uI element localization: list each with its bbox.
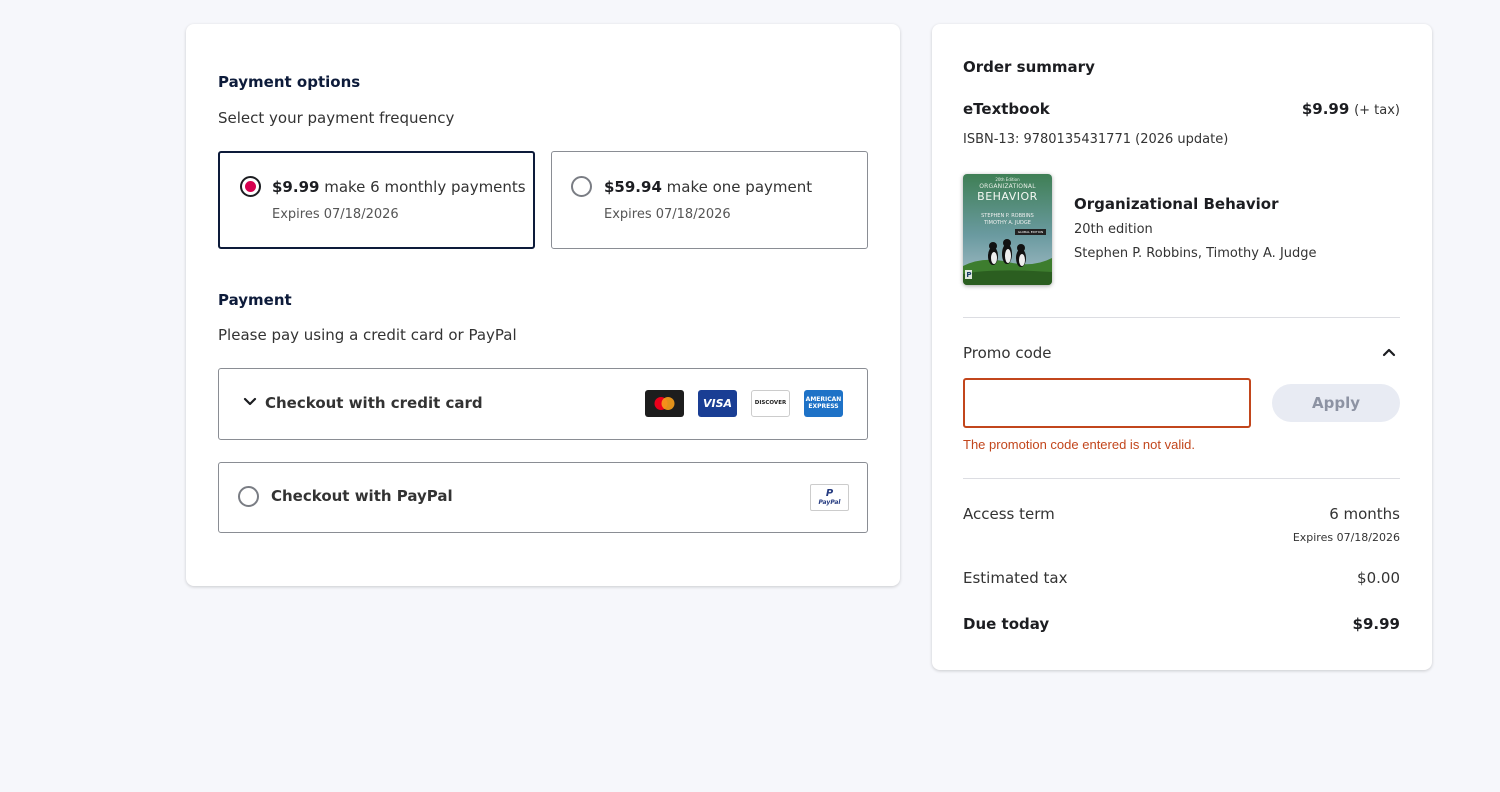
book-cover-logo: P xyxy=(966,271,972,279)
divider xyxy=(963,478,1400,479)
book-edition: 20th edition xyxy=(1074,222,1153,237)
monthly-text: make 6 monthly payments xyxy=(319,178,526,196)
product-price-value: $9.99 xyxy=(1301,100,1350,118)
svg-text:P: P xyxy=(826,488,834,499)
product-price-note: (+ tax) xyxy=(1354,103,1400,118)
book-authors: Stephen P. Robbins, Timothy A. Judge xyxy=(1074,246,1317,261)
book-cover-image: 20th Edition ORGANIZATIONAL BEHAVIOR STE… xyxy=(963,174,1052,285)
chevron-up-icon[interactable] xyxy=(1382,347,1396,357)
one-payment-expires: Expires 07/18/2026 xyxy=(604,207,731,222)
paypal-checkout-option[interactable]: Checkout with PayPal P PayPal xyxy=(218,462,868,533)
access-term-value: 6 months xyxy=(1329,505,1400,523)
payment-frequency-subtitle: Select your payment frequency xyxy=(218,109,455,127)
one-payment-price: $59.94 xyxy=(604,178,662,196)
chevron-down-icon[interactable] xyxy=(243,397,257,407)
order-summary-card: Order summary eTextbook $9.99 (+ tax) IS… xyxy=(932,24,1432,670)
access-term-expires: Expires 07/18/2026 xyxy=(1292,531,1400,544)
one-payment-label: $59.94 make one payment xyxy=(604,178,812,196)
one-payment-option[interactable]: $59.94 make one payment Expires 07/18/20… xyxy=(551,151,868,249)
paypal-label: Checkout with PayPal xyxy=(271,487,453,505)
payment-card: Payment options Select your payment freq… xyxy=(186,24,900,586)
estimated-tax-value: $0.00 xyxy=(1357,569,1400,587)
book-cover-badge: GLOBAL EDITION xyxy=(1015,229,1046,235)
paypal-logo-text: PayPal xyxy=(818,499,841,506)
monthly-payment-option[interactable]: $9.99 make 6 monthly payments Expires 07… xyxy=(218,151,535,249)
credit-card-label: Checkout with credit card xyxy=(265,394,483,412)
amex-icon: AMERICAN EXPRESS xyxy=(804,390,843,417)
product-price: $9.99 (+ tax) xyxy=(1302,100,1400,118)
payment-options-title: Payment options xyxy=(218,73,361,91)
book-cover-top: 20th Edition xyxy=(995,177,1020,182)
promo-code-input[interactable] xyxy=(963,378,1251,428)
monthly-price: $9.99 xyxy=(272,178,320,196)
access-term-label: Access term xyxy=(963,505,1055,523)
one-payment-radio[interactable] xyxy=(571,176,592,197)
product-type: eTextbook xyxy=(963,100,1050,118)
payment-subtitle: Please pay using a credit card or PayPal xyxy=(218,326,517,344)
book-cover-title-line2: BEHAVIOR xyxy=(977,190,1038,203)
book-cover-title-line1: ORGANIZATIONAL xyxy=(979,183,1036,190)
monthly-payment-label: $9.99 make 6 monthly payments xyxy=(272,178,526,196)
order-summary-title: Order summary xyxy=(963,58,1095,76)
discover-icon: DISCOVER xyxy=(751,390,790,417)
paypal-logo-icon: P PayPal xyxy=(810,484,849,511)
due-today-label: Due today xyxy=(963,615,1050,633)
divider xyxy=(963,317,1400,318)
paypal-radio[interactable] xyxy=(238,486,259,507)
book-cover-author1: STEPHEN P. ROBBINS xyxy=(981,213,1034,219)
estimated-tax-label: Estimated tax xyxy=(963,569,1068,587)
promo-error-message: The promotion code entered is not valid. xyxy=(963,437,1195,452)
credit-card-checkout-option[interactable]: Checkout with credit card VISA DISCOVER … xyxy=(218,368,868,440)
visa-icon: VISA xyxy=(698,390,737,417)
book-cover-author2: TIMOTHY A. JUDGE xyxy=(984,220,1031,226)
payment-title: Payment xyxy=(218,291,292,309)
mastercard-icon xyxy=(645,390,684,417)
isbn: ISBN-13: 9780135431771 (2026 update) xyxy=(963,132,1229,147)
promo-code-label: Promo code xyxy=(963,344,1052,362)
monthly-payment-radio[interactable] xyxy=(240,176,261,197)
apply-button[interactable]: Apply xyxy=(1272,384,1400,422)
monthly-expires: Expires 07/18/2026 xyxy=(272,207,399,222)
book-title: Organizational Behavior xyxy=(1074,195,1279,213)
one-payment-text: make one payment xyxy=(661,178,813,196)
due-today-value: $9.99 xyxy=(1352,615,1400,633)
